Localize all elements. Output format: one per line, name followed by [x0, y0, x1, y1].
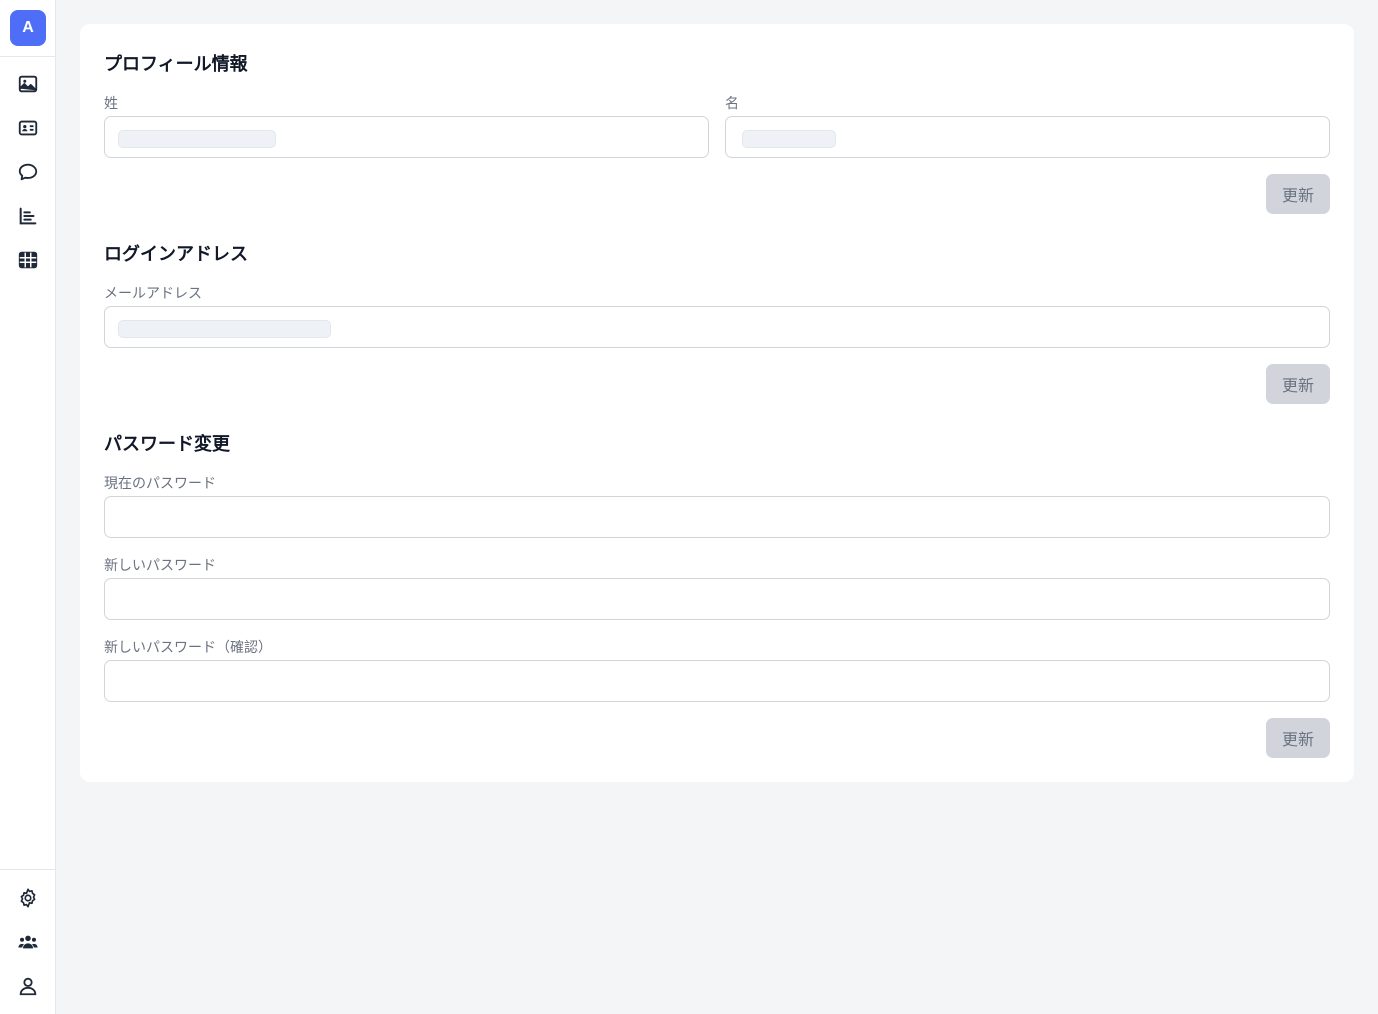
image-icon[interactable] [14, 70, 42, 98]
new-password-input[interactable] [104, 578, 1330, 620]
last-name-input[interactable] [104, 116, 709, 158]
table-icon[interactable] [14, 246, 42, 274]
sidebar: A [0, 0, 56, 1014]
settings-card: プロフィール情報 姓 名 更新 ログインアドレス メールアドレス 更新 パスワー… [80, 24, 1354, 782]
last-name-label: 姓 [104, 95, 118, 111]
confirm-password-input[interactable] [104, 660, 1330, 702]
first-name-skeleton [742, 130, 836, 148]
sidebar-bottom-divider [0, 869, 55, 870]
current-password-label: 現在のパスワード [104, 475, 216, 491]
user-icon[interactable] [14, 972, 42, 1000]
email-input[interactable] [104, 306, 1330, 348]
password-update-button[interactable]: 更新 [1266, 718, 1330, 758]
current-password-input[interactable] [104, 496, 1330, 538]
first-name-label: 名 [725, 95, 739, 111]
profile-section-title: プロフィール情報 [104, 54, 248, 74]
bar-chart-icon[interactable] [14, 202, 42, 230]
password-section-title: パスワード変更 [104, 434, 230, 454]
users-icon[interactable] [14, 928, 42, 956]
new-password-label: 新しいパスワード [104, 557, 216, 573]
confirm-password-label: 新しいパスワード（確認） [104, 639, 272, 655]
email-update-button[interactable]: 更新 [1266, 364, 1330, 404]
first-name-input[interactable] [725, 116, 1330, 158]
email-label: メールアドレス [104, 285, 202, 301]
sidebar-divider [0, 56, 55, 57]
gear-icon[interactable] [14, 884, 42, 912]
id-card-icon[interactable] [14, 114, 42, 142]
email-skeleton [118, 320, 331, 338]
login-section-title: ログインアドレス [104, 244, 248, 264]
last-name-skeleton [118, 130, 276, 148]
chat-bubble-icon[interactable] [14, 158, 42, 186]
app-logo[interactable]: A [10, 10, 46, 46]
profile-update-button[interactable]: 更新 [1266, 174, 1330, 214]
